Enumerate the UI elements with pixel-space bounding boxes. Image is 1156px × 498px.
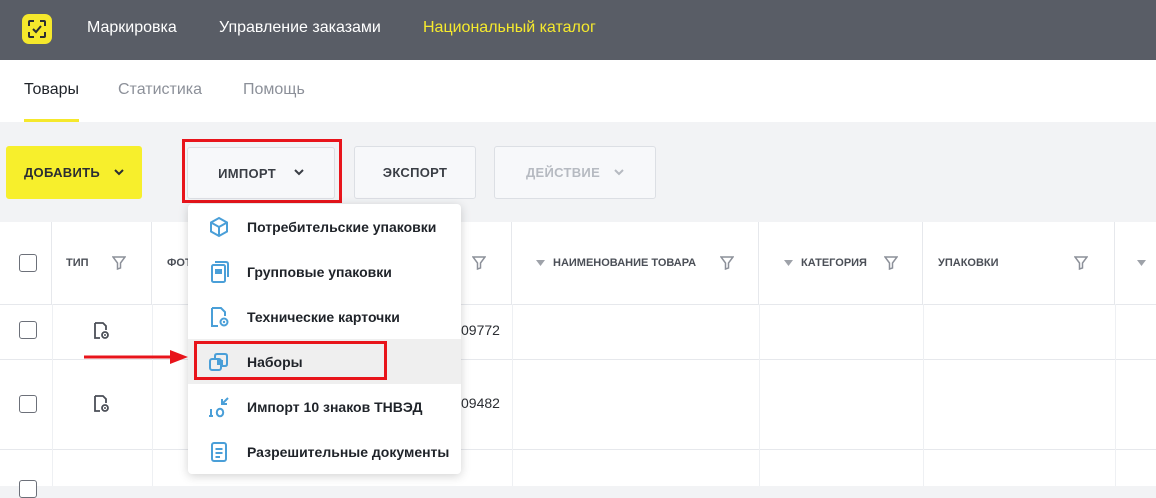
column-divider	[1115, 304, 1116, 486]
filter-icon[interactable]	[112, 256, 126, 270]
tab-help[interactable]: Помощь	[243, 60, 305, 122]
menu-item-group-packages[interactable]: Групповые упаковки	[188, 249, 461, 294]
export-button-label: ЭКСПОРТ	[382, 165, 448, 180]
tech-card-type-icon	[94, 395, 109, 412]
sub-tabs-bar: Товары Статистика Помощь	[0, 60, 1156, 122]
nav-order-management[interactable]: Управление заказами	[219, 0, 381, 60]
tab-statistics[interactable]: Статистика	[118, 60, 202, 122]
tech-card-type-icon	[94, 322, 109, 339]
filter-icon[interactable]	[884, 256, 898, 270]
filter-icon[interactable]	[472, 256, 486, 270]
arrow-pointer-icon	[84, 350, 188, 364]
menu-item-label: Потребительские упаковки	[247, 218, 437, 235]
header-type[interactable]: ТИП	[52, 222, 152, 304]
row-checkbox[interactable]	[19, 480, 37, 498]
header-product-name[interactable]: НАИМЕНОВАНИЕ ТОВАРА	[512, 222, 759, 304]
header-category-label: КАТЕГОРИЯ	[801, 257, 867, 269]
filter-icon[interactable]	[1074, 256, 1088, 270]
group-package-icon	[211, 261, 229, 283]
chevron-down-icon	[114, 167, 124, 179]
sort-icon[interactable]	[1137, 260, 1146, 266]
sets-highlight-box	[194, 341, 387, 380]
nav-national-catalog[interactable]: Национальный каталог	[423, 0, 596, 60]
row-checkbox[interactable]	[19, 321, 37, 339]
menu-item-label: Групповые упаковки	[247, 263, 392, 280]
header-packages-label: УПАКОВКИ	[938, 257, 999, 269]
chevron-down-icon	[614, 167, 624, 179]
import-highlight-box	[182, 139, 342, 203]
menu-item-import-tnved[interactable]: Импорт 10 знаков ТНВЭД	[188, 384, 461, 429]
row-divider	[0, 449, 1156, 450]
product-code: 09772	[461, 322, 500, 338]
column-divider	[923, 304, 924, 486]
nav-marking[interactable]: Маркировка	[87, 0, 177, 60]
column-divider	[152, 304, 153, 486]
logo-icon[interactable]	[22, 14, 52, 44]
sort-icon[interactable]	[536, 260, 545, 266]
sort-icon[interactable]	[784, 260, 793, 266]
row-divider	[0, 304, 1156, 305]
select-all-checkbox[interactable]	[19, 254, 37, 272]
column-divider	[52, 304, 53, 486]
active-tab-underline	[24, 119, 80, 122]
tech-card-icon	[211, 307, 229, 327]
action-button-label: ДЕЙСТВИЕ	[525, 165, 601, 180]
column-divider	[759, 304, 760, 486]
add-button-label: ДОБАВИТЬ	[23, 165, 101, 180]
document-icon	[211, 442, 227, 462]
menu-item-label: Импорт 10 знаков ТНВЭД	[247, 398, 423, 415]
header-type-label: ТИП	[66, 257, 89, 269]
import-dropdown-menu: Потребительские упаковки Групповые упако…	[188, 204, 461, 474]
import-10-icon	[209, 397, 229, 418]
column-divider	[512, 304, 513, 486]
header-category[interactable]: КАТЕГОРИЯ	[759, 222, 923, 304]
menu-item-tech-cards[interactable]: Технические карточки	[188, 294, 461, 339]
export-button[interactable]: ЭКСПОРТ	[354, 146, 476, 199]
header-packages[interactable]: УПАКОВКИ	[923, 222, 1115, 304]
action-button: ДЕЙСТВИЕ	[494, 146, 656, 199]
tab-goods-label: Товары	[24, 81, 80, 98]
header-product-name-label: НАИМЕНОВАНИЕ ТОВАРА	[553, 257, 697, 269]
header-more[interactable]	[1115, 222, 1156, 304]
menu-item-label: Технические карточки	[247, 308, 400, 325]
top-navigation-bar: Маркировка Управление заказами Националь…	[0, 0, 1156, 60]
product-code: 09482	[461, 395, 500, 411]
row-checkbox[interactable]	[19, 395, 37, 413]
header-select-cell	[0, 222, 52, 304]
menu-item-permit-documents[interactable]: Разрешительные документы	[188, 429, 461, 474]
cube-icon	[210, 216, 228, 238]
menu-item-consumer-packages[interactable]: Потребительские упаковки	[188, 204, 461, 249]
menu-item-label: Разрешительные документы	[247, 443, 450, 460]
filter-icon[interactable]	[720, 256, 734, 270]
tab-goods[interactable]: Товары	[24, 60, 80, 122]
add-button[interactable]: ДОБАВИТЬ	[6, 146, 142, 199]
